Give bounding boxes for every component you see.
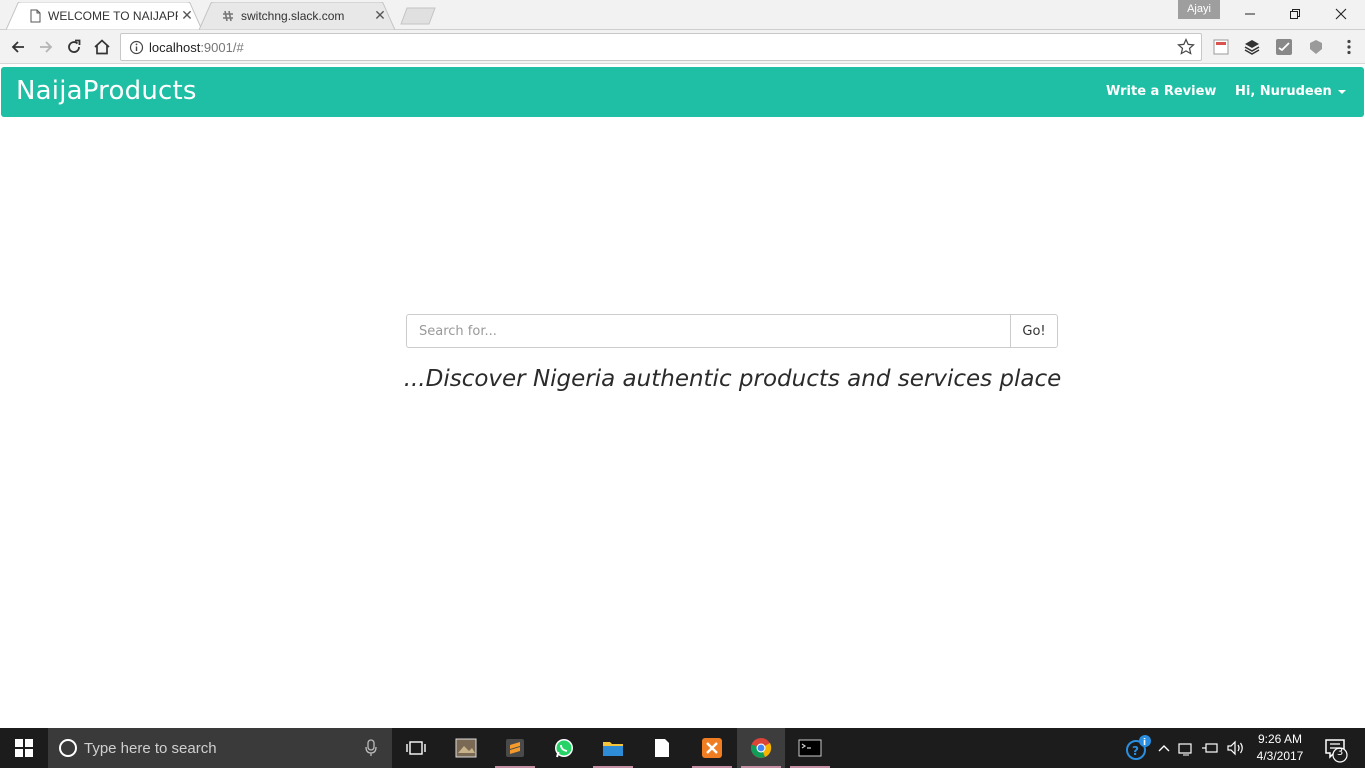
action-center-button[interactable]: 3 — [1320, 728, 1360, 768]
url-host: localhost — [149, 40, 201, 55]
tab-slack[interactable]: switchng.slack.com ✕ — [199, 2, 395, 30]
taskbar-clock[interactable]: 9:26 AM 4/3/2017 — [1250, 731, 1310, 765]
restore-button[interactable] — [1272, 0, 1318, 28]
photo-app-icon — [455, 738, 477, 758]
browser-tab-strip: WELCOME TO NAIJAPRO ✕ switchng.slack.com… — [0, 0, 1365, 30]
back-button[interactable] — [6, 35, 30, 59]
profile-badge[interactable]: Ajayi — [1178, 0, 1220, 19]
browser-toolbar: localhost:9001/# — [0, 30, 1365, 64]
go-button[interactable]: Go! — [1010, 314, 1058, 348]
bookmark-star-icon[interactable] — [1177, 38, 1195, 56]
slack-icon — [223, 10, 233, 22]
tab-title: switchng.slack.com — [241, 9, 345, 23]
start-button[interactable] — [0, 728, 48, 768]
taskbar-photo-app[interactable] — [442, 728, 490, 768]
microphone-icon[interactable] — [364, 739, 378, 757]
taskbar-search-box[interactable]: Type here to search — [48, 728, 392, 768]
file-explorer-icon — [603, 742, 623, 756]
tab-naijaproducts[interactable]: WELCOME TO NAIJAPRO ✕ — [6, 2, 202, 30]
site-navbar: NaijaProducts Write a Review Hi, Nurudee… — [1, 67, 1364, 117]
new-tab-button[interactable] — [400, 7, 436, 25]
cortana-icon — [59, 739, 77, 757]
extension-shield-icon[interactable] — [1307, 38, 1325, 56]
reload-button[interactable] — [62, 35, 86, 59]
url-path: :9001/# — [200, 40, 244, 55]
page-icon — [30, 9, 41, 23]
search-input[interactable] — [406, 314, 1011, 348]
tab-close-icon[interactable]: ✕ — [180, 8, 194, 22]
restore-icon — [1290, 9, 1300, 19]
battery-plug-icon — [1202, 743, 1218, 753]
tagline: ...Discover Nigeria authentic products a… — [403, 366, 1062, 392]
tab-title: WELCOME TO NAIJAPRO — [48, 9, 178, 23]
network-icon — [1178, 743, 1192, 756]
forward-button[interactable] — [34, 35, 58, 59]
close-window-button[interactable] — [1318, 0, 1364, 28]
brand-logo[interactable]: NaijaProducts — [16, 76, 197, 106]
chrome-menu-icon[interactable] — [1340, 38, 1358, 56]
taskbar-sublime-text[interactable] — [491, 728, 539, 768]
tray-help-app[interactable]: ? i — [1122, 728, 1154, 768]
minimize-button[interactable] — [1227, 0, 1273, 28]
address-bar[interactable]: localhost:9001/# — [120, 33, 1202, 61]
taskbar-chrome[interactable] — [737, 728, 785, 768]
back-arrow-icon — [11, 41, 24, 53]
search-group: Go! — [406, 314, 1058, 348]
taskbar-terminal[interactable] — [786, 728, 834, 768]
windows-taskbar: Type here to search ? i 9:26 AM 4/3/2017… — [0, 728, 1365, 768]
clock-date: 4/3/2017 — [1256, 749, 1304, 763]
user-greeting: Hi, Nurudeen — [1235, 84, 1332, 99]
home-button[interactable] — [90, 35, 114, 59]
caret-down-icon — [1337, 89, 1346, 94]
notification-count: 3 — [1336, 747, 1344, 758]
forward-arrow-icon — [40, 41, 53, 53]
tray-volume[interactable] — [1224, 728, 1248, 768]
svg-text:i: i — [1143, 738, 1146, 748]
windows-logo-icon — [15, 739, 33, 757]
taskbar-file-explorer[interactable] — [589, 728, 637, 768]
minimize-icon — [1245, 13, 1255, 15]
taskbar-whatsapp[interactable] — [540, 728, 588, 768]
chrome-icon — [751, 738, 772, 758]
whatsapp-icon — [555, 739, 573, 758]
tab-close-icon[interactable]: ✕ — [373, 8, 387, 22]
close-icon — [1335, 8, 1347, 20]
info-icon[interactable] — [129, 40, 144, 55]
taskbar-document[interactable] — [638, 728, 686, 768]
document-icon — [655, 739, 669, 757]
tray-battery[interactable] — [1200, 728, 1220, 768]
extension-check-icon[interactable] — [1275, 38, 1293, 56]
home-icon — [94, 39, 110, 55]
user-menu-dropdown[interactable]: Hi, Nurudeen — [1235, 84, 1346, 99]
clock-time: 9:26 AM — [1257, 732, 1303, 746]
show-hidden-icons-button[interactable] — [1156, 728, 1172, 768]
tray-network[interactable] — [1176, 728, 1196, 768]
task-view-button[interactable] — [392, 728, 440, 768]
chevron-up-icon — [1158, 745, 1170, 752]
url-text: localhost:9001/# — [149, 40, 244, 55]
task-view-icon — [406, 741, 426, 755]
svg-text:?: ? — [1132, 744, 1139, 758]
taskbar-xampp[interactable] — [688, 728, 736, 768]
terminal-icon — [798, 739, 822, 757]
write-review-link[interactable]: Write a Review — [1106, 84, 1216, 99]
sublime-text-icon — [506, 739, 524, 757]
extension-layers-icon[interactable] — [1243, 38, 1261, 56]
help-info-icon: ? i — [1126, 735, 1151, 760]
taskbar-search-placeholder: Type here to search — [84, 740, 217, 757]
extension-pdf-icon[interactable] — [1212, 38, 1230, 56]
volume-icon — [1227, 740, 1243, 756]
reload-icon — [68, 39, 81, 53]
xampp-icon — [702, 738, 722, 758]
